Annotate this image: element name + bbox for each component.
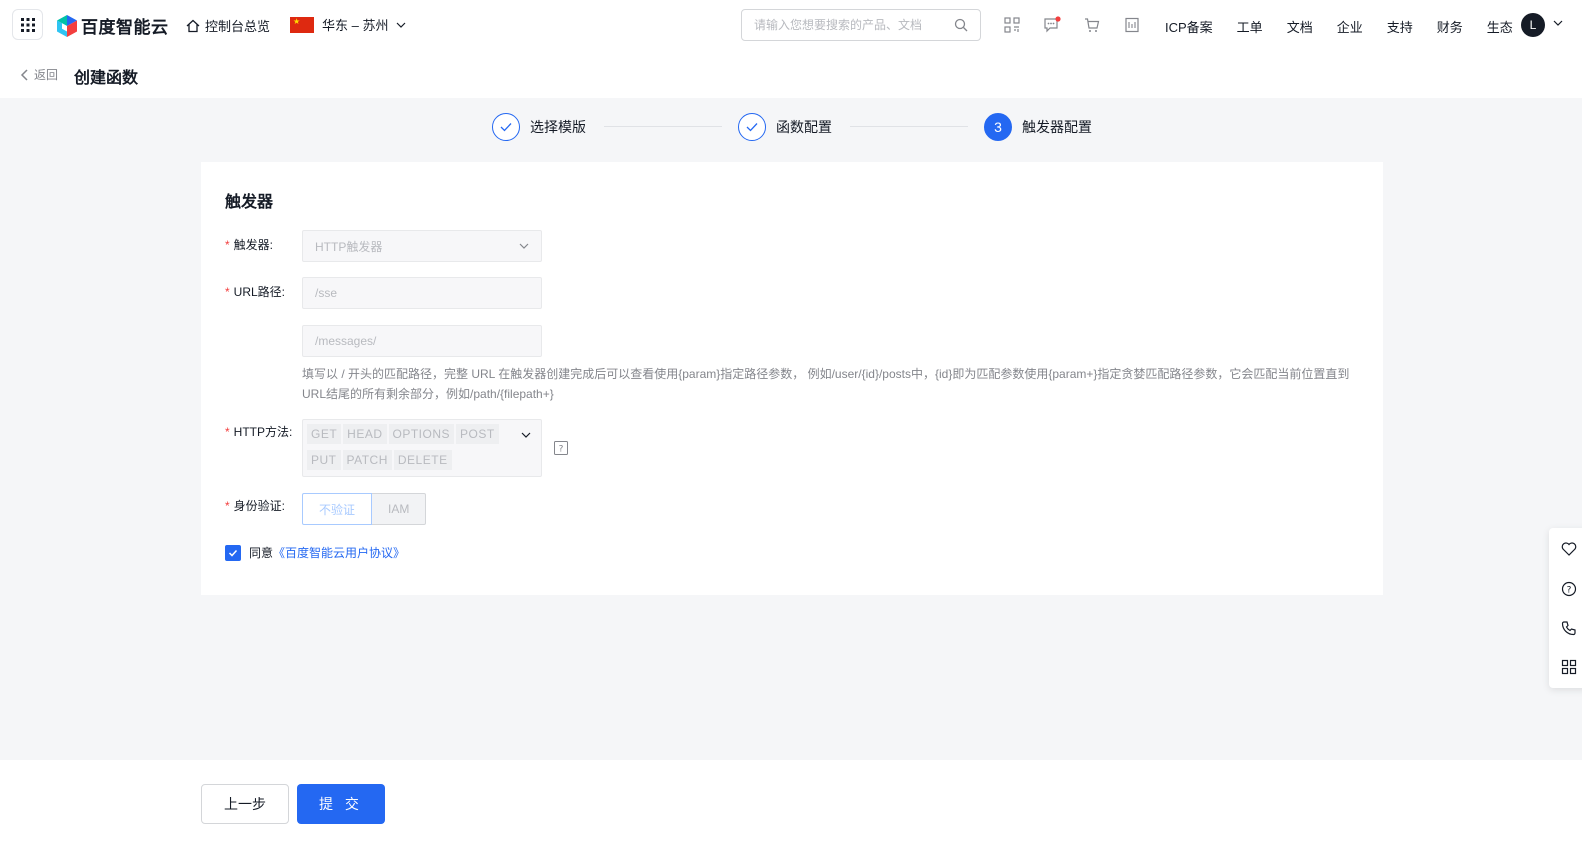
method-tag-delete: DELETE — [393, 450, 452, 470]
floating-toolbar: ? — [1549, 528, 1582, 688]
auth-option-none[interactable]: 不验证 — [302, 493, 373, 525]
logo-icon — [57, 14, 77, 37]
step-connector — [850, 126, 968, 127]
footer-bar: 上一步 提 交 — [0, 760, 1582, 846]
step-3: 3 触发器配置 — [984, 113, 1092, 141]
link-enterprise[interactable]: 企业 — [1337, 17, 1363, 36]
link-finance[interactable]: 财务 — [1437, 17, 1463, 36]
link-ticket[interactable]: 工单 — [1237, 17, 1263, 36]
home-icon — [186, 19, 200, 32]
question-icon[interactable]: ? — [1560, 580, 1578, 598]
qrcode-icon[interactable] — [1003, 16, 1021, 34]
trigger-select[interactable]: HTTP触发器 — [302, 230, 542, 262]
chevron-down-icon — [397, 22, 406, 28]
user-agreement-link[interactable]: 《百度智能云用户协议》 — [273, 546, 405, 560]
logo-text: 百度智能云 — [81, 18, 169, 37]
page-header: 返回 创建函数 — [0, 50, 1582, 98]
agreement-prefix: 同意 — [249, 546, 274, 560]
heart-icon[interactable] — [1560, 540, 1578, 558]
chevron-down-icon[interactable] — [1553, 18, 1563, 28]
region-label: 华东 – 苏州 — [322, 18, 389, 33]
apps-icon[interactable] — [1560, 658, 1578, 676]
required-mark: * — [225, 238, 230, 252]
required-mark: * — [225, 499, 230, 513]
trigger-select-value: HTTP触发器 — [315, 239, 383, 254]
message-badge — [1055, 16, 1061, 22]
required-mark: * — [225, 425, 230, 439]
url-path-input-1[interactable]: /sse — [302, 277, 542, 309]
method-tags: GET HEAD OPTIONS POST PUT PATCH DELETE — [307, 424, 512, 470]
link-support[interactable]: 支持 — [1387, 17, 1413, 36]
chevron-down-icon — [519, 243, 529, 249]
http-method-multiselect[interactable]: GET HEAD OPTIONS POST PUT PATCH DELETE — [302, 419, 542, 477]
step-connector — [604, 126, 722, 127]
http-method-label: * HTTP方法: — [225, 425, 293, 439]
user-avatar[interactable]: L — [1521, 13, 1545, 37]
step-2-label: 函数配置 — [776, 119, 832, 135]
page-title: 创建函数 — [74, 70, 139, 87]
section-title: 触发器 — [225, 194, 274, 211]
svg-text:?: ? — [1567, 586, 1572, 596]
brand-logo[interactable]: 百度智能云 — [57, 13, 169, 38]
check-icon — [738, 113, 766, 141]
console-overview-link[interactable]: 控制台总览 — [186, 16, 270, 35]
link-docs[interactable]: 文档 — [1287, 17, 1313, 36]
method-tag-get: GET — [307, 424, 342, 444]
method-tag-put: PUT — [307, 450, 341, 470]
chevron-left-icon — [20, 68, 28, 81]
method-tag-post: POST — [456, 424, 499, 444]
phone-icon[interactable] — [1560, 619, 1578, 637]
link-icp[interactable]: ICP备案 — [1165, 17, 1213, 36]
search-spacer — [716, 9, 740, 41]
step-3-number: 3 — [984, 113, 1012, 141]
trigger-label: * 触发器: — [225, 238, 274, 252]
url-path-hint: 填写以 / 开头的匹配路径，完整 URL 在触发器创建完成后可以查看使用{par… — [302, 367, 1350, 401]
method-tag-patch: PATCH — [342, 450, 392, 470]
auth-toggle-group: 不验证 IAM — [302, 493, 427, 525]
step-1-label: 选择模版 — [530, 119, 586, 135]
step-3-label: 触发器配置 — [1022, 119, 1092, 135]
top-links: ICP备案 工单 文档 企业 支持 财务 生态 — [1165, 17, 1513, 36]
search-icon[interactable] — [954, 18, 968, 32]
back-button[interactable]: 返回 — [20, 66, 58, 83]
trigger-form-card: 触发器 * 触发器: HTTP触发器 * URL路径: /sse /messages… — [201, 162, 1383, 595]
step-indicator: 选择模版 函数配置 3 触发器配置 — [0, 112, 1582, 142]
message-icon[interactable] — [1043, 16, 1061, 34]
method-tag-head: HEAD — [343, 424, 387, 444]
help-icon[interactable]: ? — [554, 441, 568, 455]
url-path-label: * URL路径: — [225, 285, 286, 299]
auth-label: * 身份验证: — [225, 499, 286, 513]
auth-option-iam[interactable]: IAM — [372, 493, 427, 525]
svg-text:?: ? — [559, 445, 564, 455]
link-ecosystem[interactable]: 生态 — [1487, 17, 1513, 36]
method-tag-options: OPTIONS — [388, 424, 455, 444]
previous-step-button[interactable]: 上一步 — [201, 784, 289, 824]
china-flag-icon — [290, 16, 314, 33]
agreement-checkbox[interactable] — [225, 544, 241, 561]
back-label: 返回 — [34, 68, 59, 82]
required-mark: * — [225, 285, 230, 299]
check-icon — [228, 549, 238, 557]
agreement-row: 同意《百度智能云用户协议》 — [225, 544, 405, 561]
chevron-down-icon — [521, 432, 531, 438]
region-selector[interactable]: 华东 – 苏州 — [290, 15, 406, 34]
step-1: 选择模版 — [492, 113, 586, 141]
grid-icon — [20, 17, 35, 32]
submit-button[interactable]: 提 交 — [297, 784, 385, 824]
step-2: 函数配置 — [738, 113, 832, 141]
search-input[interactable] — [754, 18, 944, 32]
cart-icon[interactable] — [1083, 16, 1101, 34]
global-search[interactable] — [741, 9, 981, 41]
url-path-input-2[interactable]: /messages/ — [302, 325, 542, 357]
invoice-icon[interactable] — [1123, 16, 1141, 34]
top-navigation-bar: 百度智能云 控制台总览 华东 – 苏州 ICP备案 工单 文档 企业 — [0, 0, 1582, 50]
console-overview-label: 控制台总览 — [205, 19, 271, 34]
app-menu-button[interactable] — [12, 9, 43, 40]
check-icon — [492, 113, 520, 141]
